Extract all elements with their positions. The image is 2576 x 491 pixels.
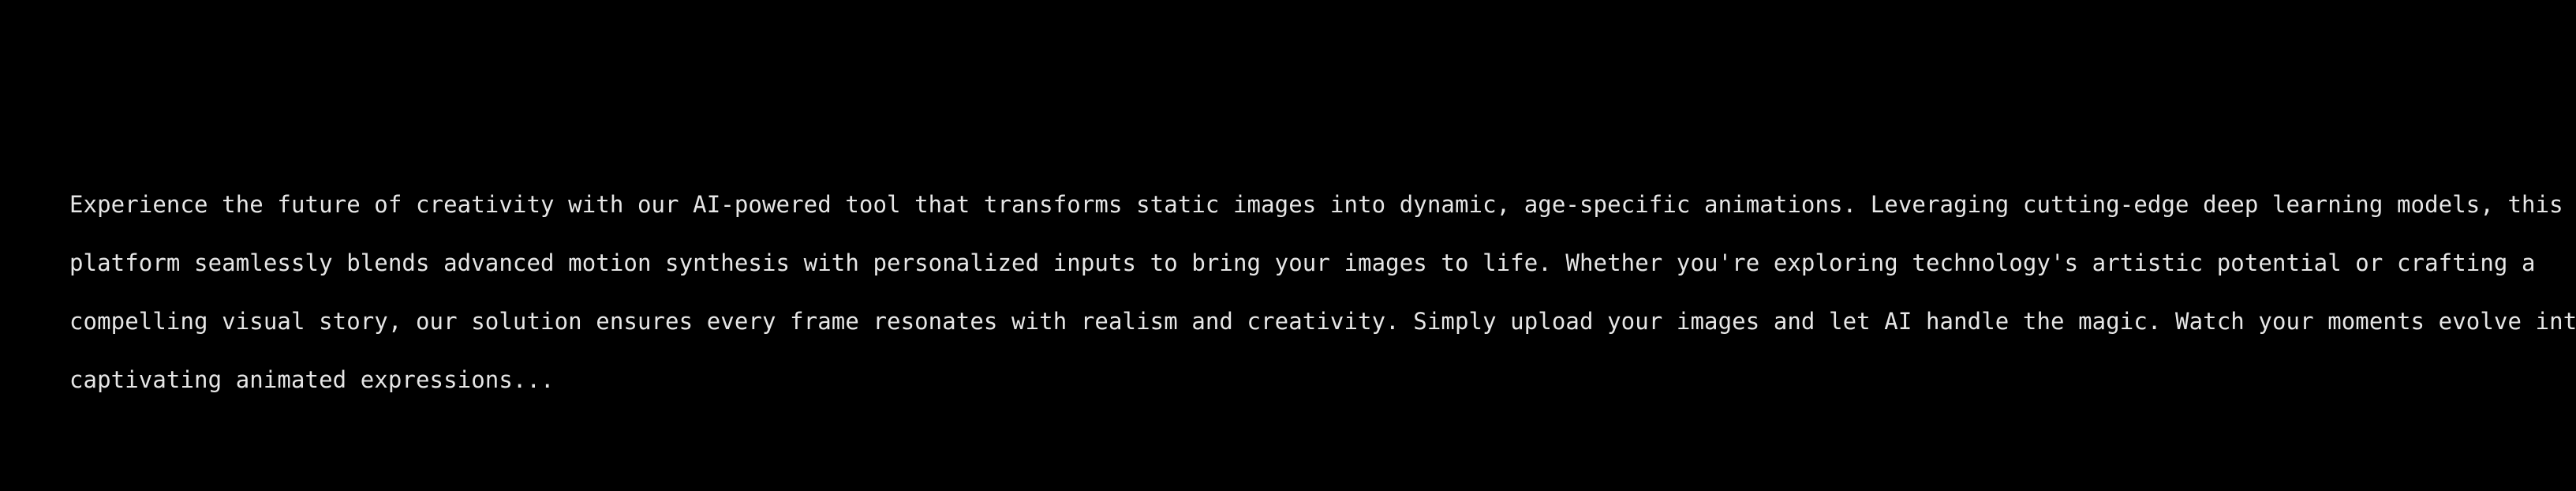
description-line-3: compelling visual story, our solution en… [69, 308, 2576, 335]
description-line-2: platform seamlessly blends advanced moti… [69, 249, 2536, 276]
description-text: Experience the future of creativity with… [69, 175, 2576, 409]
description-line-1: Experience the future of creativity with… [69, 191, 2563, 218]
page-background: Experience the future of creativity with… [0, 0, 2576, 491]
description-line-4: captivating animated expressions... [69, 366, 555, 393]
